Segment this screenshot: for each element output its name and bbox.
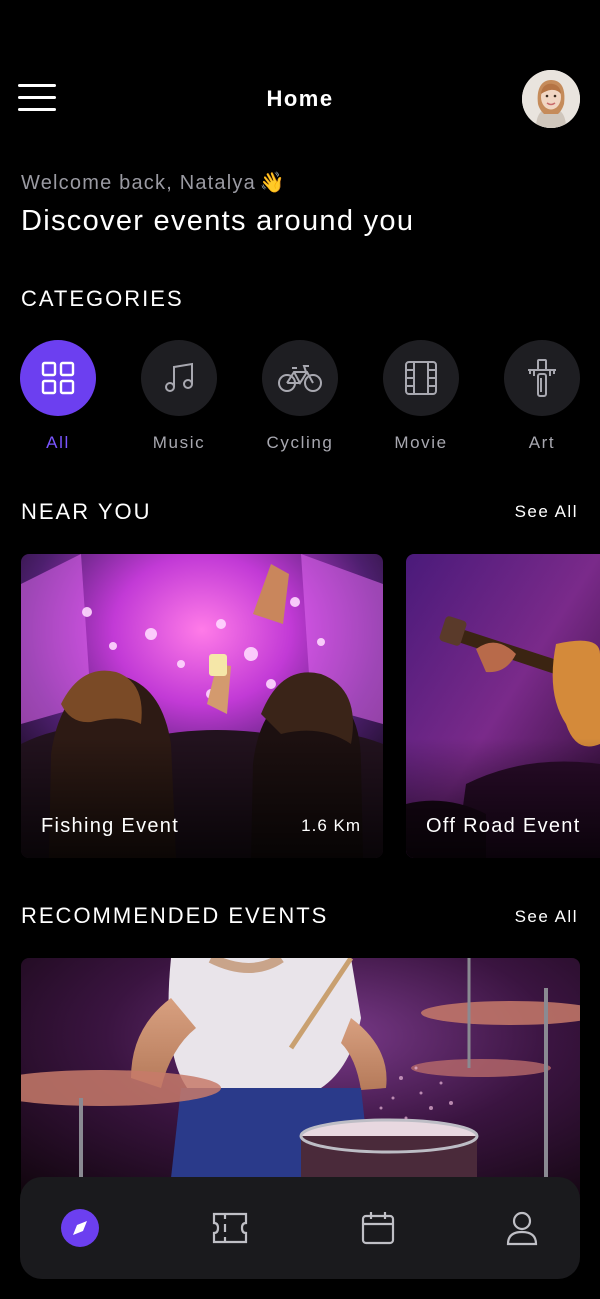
music-note-icon [141, 340, 217, 416]
recommended-title: RECOMMENDED EVENTS [21, 903, 329, 928]
nav-calendar[interactable] [358, 1208, 398, 1248]
calendar-icon [361, 1212, 395, 1245]
nav-profile[interactable] [502, 1208, 542, 1248]
ticket-icon [212, 1212, 248, 1244]
category-list: All Music Cycling Movie Art [0, 340, 600, 460]
category-all[interactable]: All [13, 340, 103, 453]
category-label: Movie [394, 433, 448, 452]
bottom-nav [20, 1177, 580, 1279]
card-shade [21, 738, 383, 858]
event-card-title: Off Road Event [426, 815, 581, 837]
near-you-see-all-link[interactable]: See All [515, 502, 578, 522]
grid-icon [20, 340, 96, 416]
category-music[interactable]: Music [134, 340, 224, 453]
recommended-see-all-link[interactable]: See All [515, 907, 578, 927]
category-cycling[interactable]: Cycling [255, 340, 345, 453]
category-label: Art [528, 433, 556, 452]
nav-explore[interactable] [60, 1208, 100, 1248]
welcome-text: Welcome back, Natalya 👋 [21, 170, 286, 195]
near-you-title: NEAR YOU [21, 499, 152, 524]
nav-tickets[interactable] [210, 1208, 250, 1248]
event-card-distance: 1.6 Km [301, 816, 361, 835]
top-bar: Home [0, 0, 600, 150]
film-icon [383, 340, 459, 416]
categories-title: CATEGORIES [21, 286, 184, 311]
event-card-title: Fishing Event [41, 815, 180, 837]
headline: Discover events around you [21, 205, 415, 237]
category-label: All [46, 433, 70, 452]
compass-icon [61, 1209, 99, 1247]
user-avatar[interactable] [522, 70, 580, 128]
category-label: Cycling [266, 433, 334, 452]
welcome-message: Welcome back, Natalya [21, 172, 256, 194]
card-shade [406, 738, 600, 858]
event-card-fishing[interactable]: Fishing Event 1.6 Km [21, 554, 383, 858]
bicycle-icon [262, 340, 338, 416]
category-movie[interactable]: Movie [376, 340, 466, 453]
category-label: Music [152, 433, 206, 452]
user-icon [506, 1211, 538, 1246]
category-art[interactable]: Art [497, 340, 587, 453]
page-title: Home [266, 86, 334, 111]
paint-tool-icon [504, 340, 580, 416]
waving-hand-icon: 👋 [259, 172, 287, 194]
event-card-off-road[interactable]: Off Road Event [406, 554, 600, 858]
